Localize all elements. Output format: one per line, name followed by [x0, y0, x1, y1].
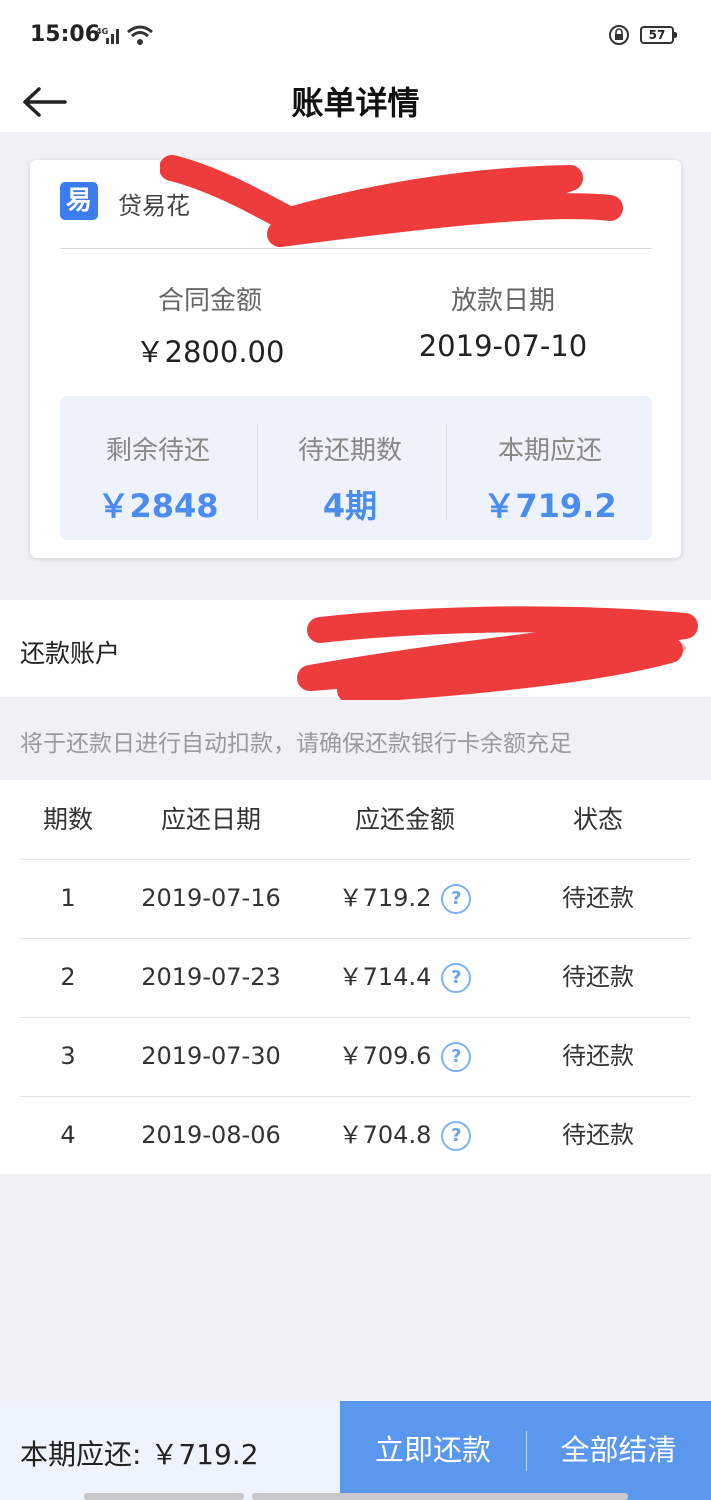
loan-card: 易 贷易花 合同金额 ￥2800.00 放款日期 2019-07-10 剩余待还… [30, 160, 681, 558]
question-icon[interactable]: ? [441, 1041, 472, 1072]
amount-cell: ￥704.8? [310, 1096, 500, 1175]
current-due-block: 本期应还 ￥719.2 [452, 430, 648, 527]
pay-all-button[interactable]: 全部结清 [526, 1401, 711, 1500]
contract-amount-label: 合同金额 [157, 286, 262, 316]
repayment-account-label: 还款账户 [20, 639, 121, 668]
bottom-due-value: ￥719.2 [150, 1438, 259, 1471]
brand-name: 贷易花 [118, 192, 190, 220]
column-header: 期数 [42, 805, 93, 834]
current-due-label: 本期应还 [497, 436, 602, 466]
question-icon[interactable]: ? [441, 883, 472, 914]
amount-cell: ￥714.4? [310, 938, 500, 1017]
loan-date-label: 放款日期 [450, 286, 555, 316]
table-row: 3 2019-07-30 ￥709.6? 待还款 [20, 1017, 691, 1097]
gesture-bar [84, 1493, 244, 1500]
due-date-cell: 2019-07-23 [141, 963, 281, 991]
status-cell: 待还款 [562, 1042, 634, 1070]
question-icon[interactable]: ? [441, 1120, 472, 1151]
amount-value: ￥714.4 [338, 963, 432, 991]
pay-now-button[interactable]: 立即还款 [340, 1401, 526, 1500]
amount-value: ￥709.6 [338, 1042, 432, 1070]
nav-bar: 账单详情 [0, 72, 711, 132]
status-cell: 待还款 [562, 963, 634, 991]
table-row: 4 2019-08-06 ￥704.8? 待还款 [20, 1096, 691, 1175]
chevron-right-icon [674, 637, 687, 659]
status-cell: 待还款 [562, 884, 634, 912]
amount-value: ￥704.8 [338, 1121, 432, 1149]
bottom-due-label: 本期应还: [20, 1438, 142, 1471]
summary-divider [446, 424, 447, 520]
contract-amount-value: ￥2800.00 [135, 335, 285, 369]
page-title: 账单详情 [291, 84, 420, 122]
current-due-value: ￥719.2 [483, 487, 617, 525]
due-date-cell: 2019-08-06 [141, 1121, 281, 1149]
bottom-due-text: 本期应还: ￥719.2 [20, 1433, 259, 1473]
table-row: 1 2019-07-16 ￥719.2? 待还款 [20, 859, 691, 939]
battery-icon: 57 [640, 26, 677, 44]
status-bar: 15:06 4G 57 [0, 0, 711, 72]
due-date-cell: 2019-07-30 [141, 1042, 281, 1070]
bottom-action-bar: 本期应还: ￥719.2 立即还款 全部结清 [0, 1401, 711, 1500]
bottom-due-summary: 本期应还: ￥719.2 [0, 1401, 340, 1500]
period-cell: 2 [60, 963, 76, 991]
amount-cell: ￥719.2? [310, 859, 500, 938]
column-header: 应还金额 [354, 805, 455, 834]
repayment-account-row[interactable]: 还款账户 [0, 600, 711, 697]
amount-value: ￥719.2 [338, 884, 432, 912]
contract-info-row: 合同金额 ￥2800.00 放款日期 2019-07-10 [30, 280, 681, 370]
contract-amount-block: 合同金额 ￥2800.00 [60, 280, 360, 371]
repayment-summary: 剩余待还 ￥2848 待还期数 4期 本期应还 ￥719.2 [60, 396, 652, 540]
column-header: 应还日期 [160, 805, 261, 834]
column-header: 状态 [572, 805, 623, 834]
auto-debit-notice: 将于还款日进行自动扣款，请确保还款银行卡余额充足 [20, 731, 572, 757]
period-cell: 1 [60, 884, 76, 912]
due-date-cell: 2019-07-16 [141, 884, 281, 912]
gesture-bar [252, 1493, 628, 1500]
periods-block: 待还期数 4期 [252, 430, 448, 527]
periods-value: 4期 [322, 487, 378, 525]
remaining-label: 剩余待还 [105, 436, 210, 466]
period-cell: 3 [60, 1042, 76, 1070]
lock-rotation-icon [609, 25, 629, 45]
status-cell: 待还款 [562, 1121, 634, 1149]
status-time: 15:06 [30, 22, 101, 47]
loan-date-block: 放款日期 2019-07-10 [353, 280, 653, 363]
periods-label: 待还期数 [297, 436, 402, 466]
period-cell: 4 [60, 1121, 76, 1149]
amount-cell: ￥709.6? [310, 1017, 500, 1096]
brand-logo-icon: 易 [60, 182, 98, 220]
question-icon[interactable]: ? [441, 962, 472, 993]
network-type: 4G [96, 27, 108, 36]
remaining-value: ￥2848 [97, 487, 219, 525]
loan-card-header: 易 贷易花 [60, 182, 652, 249]
wifi-icon [127, 25, 153, 45]
loan-date-value: 2019-07-10 [418, 329, 588, 363]
remaining-block: 剩余待还 ￥2848 [60, 430, 256, 527]
signal-icon: 4G [96, 27, 119, 44]
table-header-row: 期数 应还日期 应还金额 状态 [20, 780, 691, 860]
table-row: 2 2019-07-23 ￥714.4? 待还款 [20, 938, 691, 1018]
bottom-buttons: 立即还款 全部结清 [340, 1401, 711, 1500]
repayment-schedule-table: 期数 应还日期 应还金额 状态 1 2019-07-16 ￥719.2? 待还款… [0, 780, 711, 1174]
